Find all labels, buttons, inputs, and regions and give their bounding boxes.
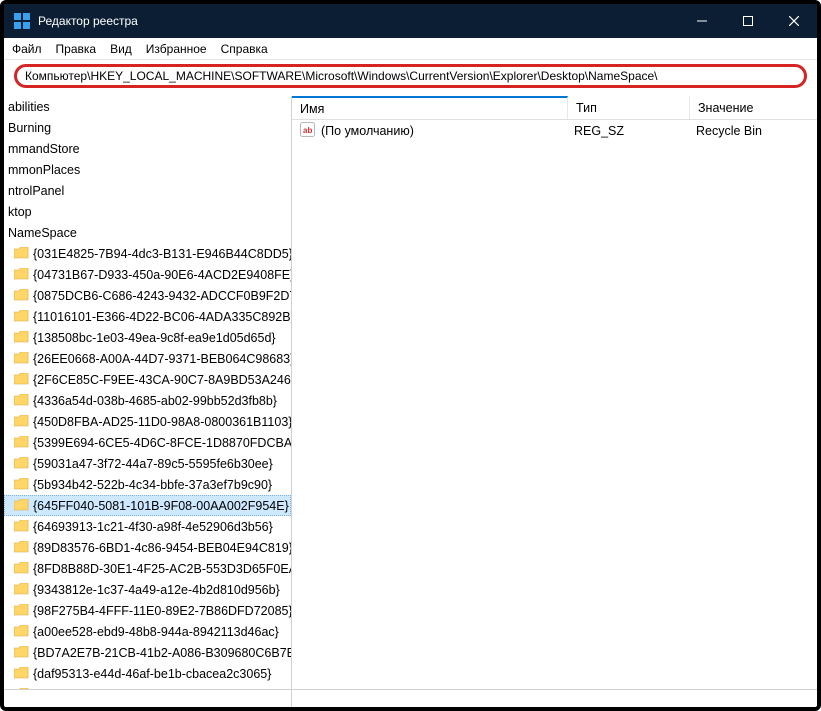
column-type[interactable]: Тип <box>568 96 690 119</box>
menu-file[interactable]: Файл <box>12 42 42 56</box>
tree-item[interactable]: {9343812e-1c37-4a49-a12e-4b2d810d956b} <box>4 579 291 600</box>
app-icon <box>14 13 30 29</box>
value-type: REG_SZ <box>566 124 688 138</box>
tree-item[interactable]: {98F275B4-4FFF-11E0-89E2-7B86DFD72085} <box>4 600 291 621</box>
tree-item[interactable]: {5b934b42-522b-4c34-bbfe-37a3ef7b9c90} <box>4 474 291 495</box>
tree-item[interactable]: mmandStore <box>4 138 291 159</box>
tree-item[interactable]: {5399E694-6CE5-4D6C-8FCE-1D8870FDCBA0} <box>4 432 291 453</box>
list-row[interactable]: ab (По умолчанию) REG_SZRecycle Bin <box>292 120 817 141</box>
svg-text:ab: ab <box>303 126 312 135</box>
tree-item[interactable]: {11016101-E366-4D22-BC06-4ADA335C892B} <box>4 306 291 327</box>
menu-favorites[interactable]: Избранное <box>146 42 207 56</box>
tree-item[interactable]: ntrolPanel <box>4 180 291 201</box>
window: Редактор реестра Файл Правка Вид Избранн… <box>0 0 821 711</box>
tree-item[interactable]: {4336a54d-038b-4685-ab02-99bb52d3fb8b} <box>4 390 291 411</box>
menu-help[interactable]: Справка <box>221 42 268 56</box>
tree-item[interactable]: {64693913-1c21-4f30-a98f-4e52906d3b56} <box>4 516 291 537</box>
tree-item[interactable]: {8FD8B88D-30E1-4F25-AC2B-553D3D65F0EA} <box>4 558 291 579</box>
maximize-button[interactable] <box>725 4 771 38</box>
split-panes: abilitiesBurningmmandStoremmonPlacesntro… <box>4 96 817 689</box>
value-data: Recycle Bin <box>688 124 817 138</box>
tree-item[interactable]: abilities <box>4 96 291 117</box>
tree-item[interactable]: ktop <box>4 201 291 222</box>
menu-view[interactable]: Вид <box>110 42 132 56</box>
tree-item[interactable]: {04731B67-D933-450a-90E6-4ACD2E9408FE} <box>4 264 291 285</box>
tree-item[interactable]: {26EE0668-A00A-44D7-9371-BEB064C98683} <box>4 348 291 369</box>
reg-string-icon: ab <box>300 122 321 140</box>
list-header: Имя Тип Значение <box>292 96 817 120</box>
window-title: Редактор реестра <box>38 14 679 28</box>
list-body: ab (По умолчанию) REG_SZRecycle Bin <box>292 120 817 141</box>
list-pane: Имя Тип Значение ab (По умолчанию) REG_SZR… <box>292 96 817 689</box>
tree-item[interactable]: {138508bc-1e03-49ea-9c8f-ea9e1d05d65d} <box>4 327 291 348</box>
titlebar: Редактор реестра <box>4 4 817 38</box>
tree-item[interactable]: {a00ee528-ebd9-48b8-944a-8942113d46ac} <box>4 621 291 642</box>
statusbar <box>4 689 817 707</box>
tree-item[interactable]: {2F6CE85C-F9EE-43CA-90C7-8A9BD53A2467} <box>4 369 291 390</box>
tree-item[interactable]: {031E4825-7B94-4dc3-B131-E946B44C8DD5} <box>4 243 291 264</box>
addressbar[interactable]: Компьютер\HKEY_LOCAL_MACHINE\SOFTWARE\Mi… <box>14 64 807 88</box>
tree-item[interactable]: {BD7A2E7B-21CB-41b2-A086-B309680C6B7E} <box>4 642 291 663</box>
menubar: Файл Правка Вид Избранное Справка <box>4 38 817 60</box>
column-value[interactable]: Значение <box>690 96 817 119</box>
tree-item[interactable]: {daf95313-e44d-46af-be1b-cbacea2c3065} <box>4 663 291 684</box>
value-name: (По умолчанию) <box>321 124 414 138</box>
tree-item[interactable]: {59031a47-3f72-44a7-89c5-5595fe6b30ee} <box>4 453 291 474</box>
tree-item[interactable]: {89D83576-6BD1-4c86-9454-BEB04E94C819} <box>4 537 291 558</box>
tree-item[interactable]: {450D8FBA-AD25-11D0-98A8-0800361B1103} <box>4 411 291 432</box>
tree-item[interactable]: mmonPlaces <box>4 159 291 180</box>
menu-edit[interactable]: Правка <box>56 42 97 56</box>
minimize-button[interactable] <box>679 4 725 38</box>
tree-item[interactable]: Burning <box>4 117 291 138</box>
tree-item[interactable]: {645FF040-5081-101B-9F08-00AA002F954E} <box>4 495 291 516</box>
column-name[interactable]: Имя <box>292 96 568 119</box>
tree-item[interactable]: {0875DCB6-C686-4243-9432-ADCCF0B9F2D7} <box>4 285 291 306</box>
close-button[interactable] <box>771 4 817 38</box>
tree-item[interactable]: NameSpace <box>4 222 291 243</box>
addressbar-container: Компьютер\HKEY_LOCAL_MACHINE\SOFTWARE\Mi… <box>4 60 817 96</box>
tree-pane[interactable]: abilitiesBurningmmandStoremmonPlacesntro… <box>4 96 292 689</box>
